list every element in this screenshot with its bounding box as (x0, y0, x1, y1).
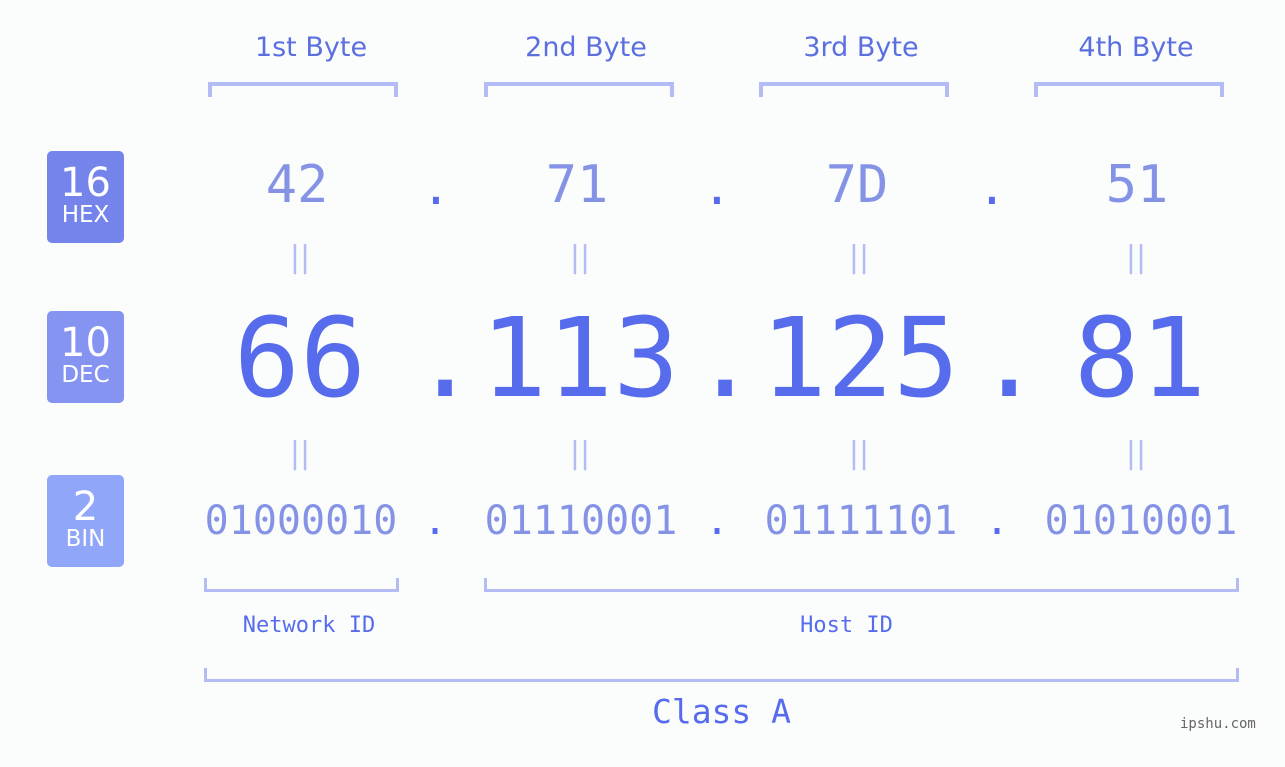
equals-sign: || (1125, 436, 1147, 471)
class-label: Class A (651, 692, 792, 731)
byte-header-4: 4th Byte (1078, 32, 1194, 63)
watermark: ipshu.com (1180, 716, 1256, 732)
equals-sign: || (569, 436, 591, 471)
hex-separator-1: . (421, 160, 451, 216)
bin-badge-number: 2 (72, 484, 99, 530)
bin-badge-label: BIN (65, 526, 106, 552)
equals-sign: || (289, 436, 311, 471)
dec-badge-number: 10 (60, 320, 111, 366)
dec-value-1: 66 (233, 294, 367, 422)
network-id-bracket (204, 578, 399, 592)
class-bracket (204, 668, 1239, 682)
byte-header-3: 3rd Byte (803, 32, 919, 63)
byte-bracket-4 (1034, 82, 1224, 97)
dec-separator-2: . (692, 294, 759, 422)
hex-value-3: 7D (825, 155, 889, 215)
dec-badge-label: DEC (61, 362, 110, 388)
byte-bracket-3 (759, 82, 949, 97)
bin-badge: 2 BIN (47, 475, 124, 567)
equals-sign: || (848, 436, 870, 471)
bin-separator-3: . (984, 498, 1010, 544)
hex-value-1: 42 (265, 155, 329, 215)
bin-separator-2: . (704, 498, 730, 544)
bin-value-2: 01110001 (484, 498, 678, 544)
hex-value-2: 71 (545, 155, 609, 215)
bin-value-3: 01111101 (764, 498, 958, 544)
bin-separator-1: . (422, 498, 448, 544)
hex-badge-number: 16 (60, 160, 111, 206)
host-id-bracket (484, 578, 1239, 592)
dec-value-2: 113 (480, 294, 680, 422)
equals-sign: || (569, 240, 591, 275)
hex-badge: 16 HEX (47, 151, 124, 243)
network-id-label: Network ID (242, 613, 376, 638)
hex-badge-label: HEX (61, 202, 110, 228)
equals-sign: || (1125, 240, 1147, 275)
bin-value-1: 01000010 (204, 498, 398, 544)
hex-separator-2: . (702, 160, 732, 216)
dec-separator-1: . (412, 294, 479, 422)
byte-bracket-1 (208, 82, 398, 97)
equals-sign: || (289, 240, 311, 275)
equals-sign: || (848, 240, 870, 275)
hex-separator-3: . (977, 160, 1007, 216)
dec-value-4: 81 (1073, 294, 1207, 422)
bin-value-4: 01010001 (1044, 498, 1238, 544)
dec-value-3: 125 (760, 294, 960, 422)
dec-badge: 10 DEC (47, 311, 124, 403)
byte-header-2: 2nd Byte (525, 32, 647, 63)
hex-value-4: 51 (1105, 155, 1169, 215)
byte-header-1: 1st Byte (254, 32, 368, 63)
byte-bracket-2 (484, 82, 674, 97)
dec-separator-3: . (976, 294, 1043, 422)
host-id-label: Host ID (800, 613, 893, 638)
